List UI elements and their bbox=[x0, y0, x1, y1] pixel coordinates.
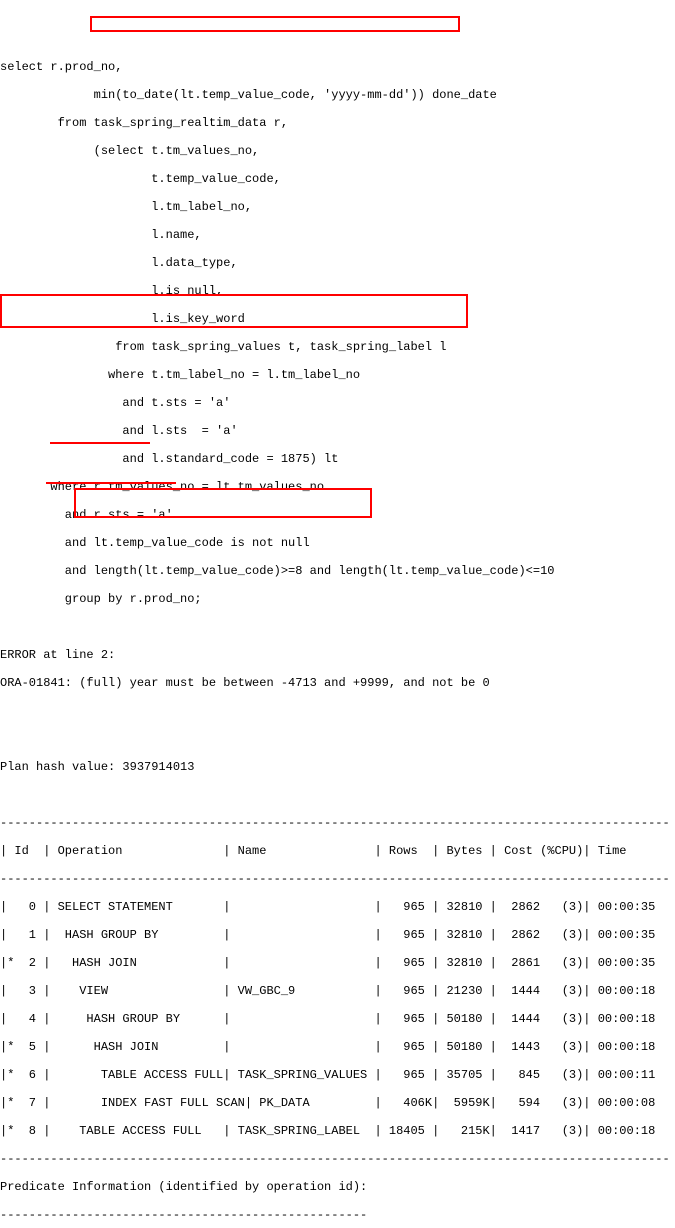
sql-line: l.tm_label_no, bbox=[0, 200, 675, 214]
plan-row: | 0 | SELECT STATEMENT | | 965 | 32810 |… bbox=[0, 900, 675, 914]
plan-row: | 1 | HASH GROUP BY | | 965 | 32810 | 28… bbox=[0, 928, 675, 942]
predicate-divider: ----------------------------------------… bbox=[0, 1208, 675, 1222]
error-line: ERROR at line 2: bbox=[0, 648, 675, 662]
blank-line bbox=[0, 788, 675, 802]
sql-line: l.name, bbox=[0, 228, 675, 242]
sql-line: and l.sts = 'a' bbox=[0, 424, 675, 438]
plan-header: | Id | Operation | Name | Rows | Bytes |… bbox=[0, 844, 675, 858]
annotation-underline-hash-group-by-1 bbox=[50, 442, 150, 444]
plan-divider: ----------------------------------------… bbox=[0, 816, 675, 830]
sql-line: from task_spring_values t, task_spring_l… bbox=[0, 340, 675, 354]
sql-line: l.data_type, bbox=[0, 256, 675, 270]
sql-line: (select t.tm_values_no, bbox=[0, 144, 675, 158]
blank-line bbox=[0, 732, 675, 746]
error-line: ORA-01841: (full) year must be between -… bbox=[0, 676, 675, 690]
sql-line: and lt.temp_value_code is not null bbox=[0, 536, 675, 550]
annotation-box-done-date bbox=[90, 16, 460, 32]
sql-line: select r.prod_no, bbox=[0, 60, 675, 74]
plan-row: |* 5 | HASH JOIN | | 965 | 50180 | 1443 … bbox=[0, 1040, 675, 1054]
plan-divider: ----------------------------------------… bbox=[0, 1152, 675, 1166]
plan-row: |* 8 | TABLE ACCESS FULL | TASK_SPRING_L… bbox=[0, 1124, 675, 1138]
sql-line: where t.tm_label_no = l.tm_label_no bbox=[0, 368, 675, 382]
blank-line bbox=[0, 704, 675, 718]
sql-line: and t.sts = 'a' bbox=[0, 396, 675, 410]
sql-line: min(to_date(lt.temp_value_code, 'yyyy-mm… bbox=[0, 88, 675, 102]
sql-line: l.is_null, bbox=[0, 284, 675, 298]
plan-hash: Plan hash value: 3937914013 bbox=[0, 760, 675, 774]
blank-line bbox=[0, 620, 675, 634]
sql-line: and r.sts = 'a' bbox=[0, 508, 675, 522]
predicate-header: Predicate Information (identified by ope… bbox=[0, 1180, 675, 1194]
sql-line: where r.tm_values_no = lt.tm_values_no bbox=[0, 480, 675, 494]
sql-line: t.temp_value_code, bbox=[0, 172, 675, 186]
sql-line: from task_spring_realtim_data r, bbox=[0, 116, 675, 130]
plan-row: | 4 | HASH GROUP BY | | 965 | 50180 | 14… bbox=[0, 1012, 675, 1026]
sql-line: l.is_key_word bbox=[0, 312, 675, 326]
plan-divider: ----------------------------------------… bbox=[0, 872, 675, 886]
sql-line: and length(lt.temp_value_code)>=8 and le… bbox=[0, 564, 675, 578]
plan-row: |* 7 | INDEX FAST FULL SCAN| PK_DATA | 4… bbox=[0, 1096, 675, 1110]
plan-row: |* 2 | HASH JOIN | | 965 | 32810 | 2861 … bbox=[0, 956, 675, 970]
plan-row: | 3 | VIEW | VW_GBC_9 | 965 | 21230 | 14… bbox=[0, 984, 675, 998]
plan-row: |* 6 | TABLE ACCESS FULL| TASK_SPRING_VA… bbox=[0, 1068, 675, 1082]
sql-line: and l.standard_code = 1875) lt bbox=[0, 452, 675, 466]
sql-line: group by r.prod_no; bbox=[0, 592, 675, 606]
